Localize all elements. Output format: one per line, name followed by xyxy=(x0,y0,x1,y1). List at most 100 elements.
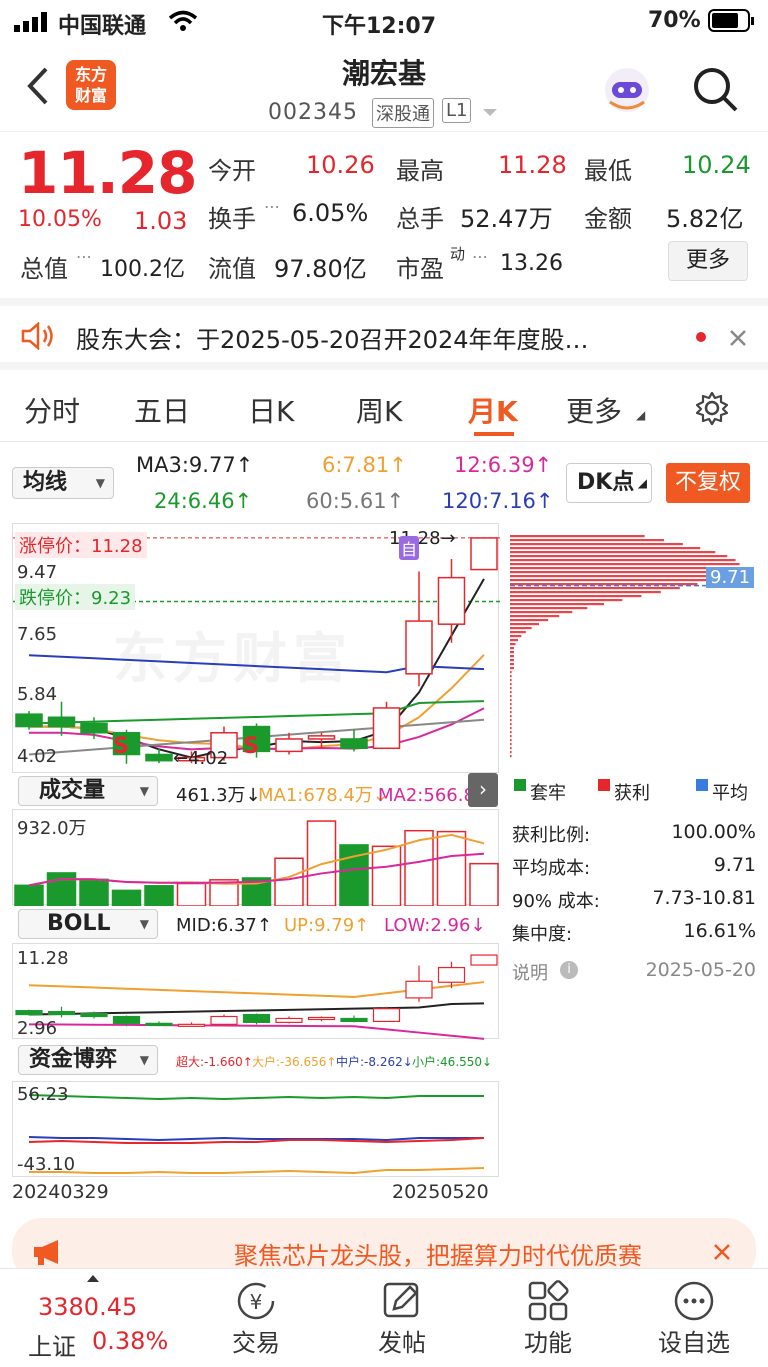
chip-bar xyxy=(510,659,514,662)
boll-select[interactable]: BOLL ▼ xyxy=(18,909,158,939)
info-icon[interactable]: i xyxy=(560,961,578,979)
clock: 下午12:07 xyxy=(322,14,437,39)
battery-percent: 70% xyxy=(648,8,701,33)
index-value[interactable]: 3380.45 xyxy=(38,1293,137,1321)
tab-daily-k[interactable]: 日K xyxy=(248,390,294,430)
volume-select[interactable]: 成交量 ▼ xyxy=(18,776,158,806)
note-label[interactable]: 说明 xyxy=(512,959,548,985)
nav-functions[interactable]: 功能 xyxy=(488,1269,608,1358)
close-icon[interactable] xyxy=(728,328,748,348)
open-value: 10.26 xyxy=(306,151,375,179)
legend-swatch xyxy=(598,779,610,791)
nav-label: 发帖 xyxy=(378,1329,426,1357)
dk-point-button[interactable]: DK点 ◢ xyxy=(566,463,652,503)
tab-five-day[interactable]: 五日 xyxy=(134,390,190,430)
chip-bar xyxy=(510,623,540,626)
fund-super: 超大:-1.660↑ xyxy=(176,1055,253,1069)
volume-panel[interactable]: 932.0万 xyxy=(12,809,499,906)
no-adjust-button[interactable]: 不复权 xyxy=(666,463,750,503)
notice-text[interactable]: 股东大会：于2025-05-20召开2024年年度股… xyxy=(76,320,589,355)
bottom-bar: 3380.45 上证 0.38% ¥ 交易 发帖 功能 设自选 xyxy=(0,1268,768,1367)
ma12-value: 12:6.39↑ xyxy=(454,453,553,477)
limit-down-label: 跌停价：9.23 xyxy=(15,584,136,610)
more-button[interactable]: 更多 xyxy=(668,241,748,281)
nav-label: 交易 xyxy=(232,1329,280,1357)
pe-sup: 动 xyxy=(450,245,466,263)
sell-mark: S xyxy=(113,734,129,759)
candle-body xyxy=(80,722,108,734)
nav-post[interactable]: 发帖 xyxy=(342,1269,462,1358)
legend-average: 平均 xyxy=(712,783,748,804)
banner-text[interactable]: 聚焦芯片龙头股，把握算力时代优质赛 xyxy=(234,1236,642,1271)
boll-candle-body xyxy=(275,1017,303,1023)
fund-y-top: 56.23 xyxy=(17,1084,69,1105)
info-icon[interactable]: ⋯ xyxy=(76,247,92,266)
fund-large: 大户:-36.656↑ xyxy=(252,1055,337,1069)
candle-body xyxy=(405,620,433,675)
expand-arrow-icon[interactable]: › xyxy=(468,773,498,807)
boll-candle-body xyxy=(242,1013,271,1023)
chip-bar xyxy=(510,639,518,642)
indicator-select-label: 均线 xyxy=(23,470,68,495)
tab-monthly-k[interactable]: 月K xyxy=(468,390,518,430)
dk-point-label: DK点 xyxy=(577,470,635,495)
volume-label: 总手 xyxy=(396,205,444,233)
tab-more[interactable]: 更多 xyxy=(566,390,622,430)
robot-avatar-icon[interactable] xyxy=(600,62,654,116)
notice-bar[interactable]: 股东大会：于2025-05-20召开2024年年度股… xyxy=(0,298,768,370)
candle-body xyxy=(340,738,368,750)
chip-bar xyxy=(510,643,516,646)
info-icon[interactable]: ⋯ xyxy=(264,197,280,216)
chip-bar xyxy=(510,615,560,618)
self-select-mark: 自 xyxy=(399,536,420,560)
level-tag[interactable]: L1 xyxy=(442,98,472,123)
chip-bar xyxy=(510,747,512,750)
chip-bar xyxy=(510,635,522,638)
fund-panel[interactable]: 56.23 -43.10 xyxy=(12,1081,499,1177)
nav-label: 设自选 xyxy=(658,1329,730,1357)
candle-body xyxy=(437,576,466,625)
boll-panel[interactable]: 11.28 2.96 xyxy=(12,943,499,1040)
chip-bar xyxy=(510,675,512,678)
chip-bar xyxy=(510,731,512,734)
nav-watchlist[interactable]: 设自选 xyxy=(634,1269,754,1358)
info-icon[interactable]: ⋯ xyxy=(472,247,488,266)
index-percent[interactable]: 0.38% xyxy=(92,1327,168,1355)
legend-trapped: 套牢 xyxy=(530,783,566,804)
chip-bar xyxy=(510,611,573,614)
chip-stats: 获利比例: 100.00% 平均成本: 9.71 90% 成本: 7.73-10.81… xyxy=(512,821,756,995)
mktcap-value: 100.2亿 xyxy=(100,257,185,282)
fund-mid: 中户:-8.262↓ xyxy=(336,1055,413,1069)
nav-label: 功能 xyxy=(524,1329,572,1357)
corner-caret-icon: ◢ xyxy=(637,476,647,490)
tab-intraday[interactable]: 分时 xyxy=(24,390,80,430)
nav-trade[interactable]: ¥ 交易 xyxy=(196,1269,316,1358)
svg-text:¥: ¥ xyxy=(250,1290,263,1314)
chip-stat-label: 90% 成本: xyxy=(512,891,600,912)
sell-mark: S xyxy=(243,734,259,759)
chip-bar xyxy=(510,687,512,690)
volume-bar xyxy=(436,830,467,906)
ma24-value: 24:6.46↑ xyxy=(154,489,253,513)
candle-body xyxy=(275,738,303,753)
fund-select-label: 资金博弈 xyxy=(29,1047,118,1072)
index-name[interactable]: 上证 xyxy=(28,1327,76,1362)
fund-chart xyxy=(28,1094,485,1175)
boll-low-line xyxy=(28,1023,485,1040)
fund-mid-line xyxy=(28,1136,484,1142)
boll-y-bottom: 2.96 xyxy=(17,1018,58,1039)
settings-gear-icon[interactable] xyxy=(694,390,730,426)
fund-select[interactable]: 资金博弈 ▼ xyxy=(18,1045,158,1075)
chip-distribution[interactable]: 9.71 xyxy=(510,523,756,773)
close-icon[interactable] xyxy=(712,1242,732,1262)
wifi-icon xyxy=(168,10,198,31)
chip-bar xyxy=(510,551,716,554)
indicator-select[interactable]: 均线 ▼ xyxy=(12,467,114,499)
vol-value: 461.3万↓ xyxy=(176,785,261,806)
chip-bar xyxy=(510,539,665,542)
kline-panel[interactable]: 东方财富 涨停价：11.28 跌停价：9.23 9.47 7.65 5.84 4… xyxy=(12,523,500,773)
chip-bar xyxy=(510,727,512,730)
caret-down-icon[interactable] xyxy=(482,108,498,118)
search-icon[interactable] xyxy=(690,64,740,114)
tab-weekly-k[interactable]: 周K xyxy=(356,390,402,430)
